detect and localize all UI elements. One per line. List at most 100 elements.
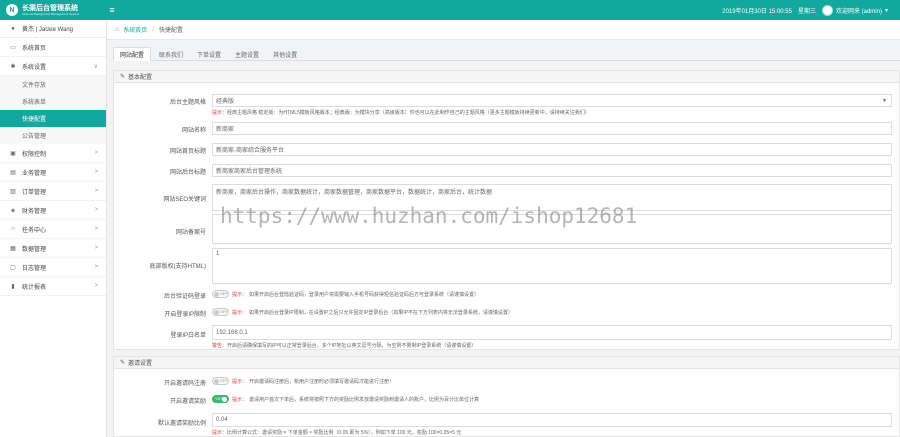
theme-select[interactable]: 经典版 ▼	[212, 94, 892, 107]
toggle-state: OFF	[220, 291, 228, 296]
hint-prefix: 提示：	[212, 110, 228, 116]
site-name-input[interactable]: 新商家	[212, 122, 892, 135]
sidebar-item-label: 日志管理	[22, 265, 47, 272]
reward-rate-hint: 提示：比例计算公式：邀请奖励 = 下单金额 × 奖励比例（0.05 即为 5%）…	[212, 429, 461, 436]
sidebar-item-label: 公告管理	[22, 134, 47, 140]
invite-code-toggle[interactable]: OFF	[212, 377, 229, 385]
tab-bar: 网站配置 联系我们 下单设置 主题设置 其他设置	[113, 47, 900, 61]
sidebar-item-label: 权限控制	[22, 151, 47, 158]
sidebar-sub-files[interactable]: 文件存放	[0, 76, 106, 93]
copyright-label: 底部版权(支持HTML)	[149, 264, 206, 270]
chevron-down-icon[interactable]: ▾	[885, 7, 888, 14]
sidebar-item-data[interactable]: ▦ 数据管理 >	[0, 239, 106, 258]
theme-value: 经典版	[216, 99, 235, 105]
sidebar-item-label: 系统首页	[22, 45, 47, 52]
hint-prefix: 提示：	[232, 291, 248, 298]
panel-title: 基本配置	[128, 75, 153, 81]
sidebar-item-permission[interactable]: ▣ 权限控制 >	[0, 144, 106, 163]
sidebar-item-label: 系统设置	[22, 64, 47, 71]
reward-rate-input[interactable]: 0.04	[212, 413, 892, 427]
invite-reward-toggle[interactable]: YES	[212, 395, 229, 403]
edit-icon: ✎	[120, 360, 126, 366]
icp-textarea[interactable]	[212, 214, 892, 244]
sidebar-item-settings[interactable]: ✱ 系统设置 ∨	[0, 57, 106, 76]
doc-icon: ▢	[10, 264, 16, 271]
datetime: 2019年01月30日 15:00:55	[722, 8, 792, 15]
sidebar-item-orders[interactable]: ▥ 订单管理 >	[0, 182, 106, 201]
sidebar-sub-forms[interactable]: 系统表单	[0, 93, 106, 110]
hint-prefix: 提示：	[232, 378, 248, 385]
app-title: 长渠后台管理系统	[22, 4, 78, 12]
sidebar-item-logs[interactable]: ▢ 日志管理 >	[0, 258, 106, 277]
avatar[interactable]	[821, 4, 833, 16]
invite-code-row: OFF 提示： 开启邀请码注册后，新用户注册时必须填写邀请码才能进行注册！	[212, 377, 394, 385]
toggle-state: OFF	[220, 309, 228, 314]
app-logo[interactable]: N 长渠后台管理系统 Channel Background Management…	[0, 0, 105, 20]
site-title-label: 网站首页标题	[169, 149, 206, 155]
edit-icon: ✎	[120, 74, 126, 80]
logo-mark: N	[6, 4, 18, 16]
chevron-right-icon: >	[94, 188, 98, 194]
tab-contact[interactable]: 联系我们	[153, 47, 189, 61]
basic-config-panel: ✎ 基本配置 后台主题风格 经典版 ▼ 提示：经典主题风格 稳定版：为HTML5…	[113, 70, 900, 350]
theme-hint: 提示：经典主题风格 稳定版：为HTML5模板风格版本；经典版：为模块分享（高级版…	[212, 109, 590, 116]
circle-icon: ○	[11, 226, 15, 232]
tab-order-settings[interactable]: 下单设置	[191, 47, 227, 61]
breadcrumb-home[interactable]: 系统首页	[123, 25, 147, 34]
hint-prefix: 提示：	[212, 430, 228, 436]
panel-title: 邀请设置	[128, 361, 153, 367]
sidebar-item-label: 统计报表	[22, 284, 47, 291]
sidebar-item-business[interactable]: ▤ 业务管理 >	[0, 163, 106, 182]
chevron-right-icon: >	[94, 264, 98, 270]
hint-text: 经典主题风格 稳定版：为HTML5模板风格版本；经典版：为模块分享（高级版本）你…	[227, 110, 590, 116]
sidebar-item-label: 数据管理	[22, 246, 47, 253]
toggle-state: YES	[215, 396, 224, 401]
sidebar-sub-quick-config[interactable]: 快捷配置	[0, 110, 106, 127]
seo-label: 网站SEO关键词	[163, 197, 206, 203]
tab-theme[interactable]: 主题设置	[229, 47, 265, 61]
hint-text: 开启邀请码注册后，新用户注册时必须填写邀请码才能进行注册！	[249, 378, 395, 385]
sidebar-sub-notice[interactable]: 公告管理	[0, 127, 106, 144]
invite-reward-label: 开启邀请奖励	[169, 399, 206, 405]
invite-reward-row: YES 提示： 邀请用户首次下单后，系统将按照下方的奖励比例发放邀请奖励到邀请人的…	[212, 395, 479, 403]
sidebar-item-label: 文件存放	[22, 83, 47, 89]
toggle-state: OFF	[220, 378, 228, 383]
cart-icon: ▥	[10, 188, 16, 195]
wallet-icon: ◈	[10, 207, 16, 214]
hint-text: 开启后请确保填写的IP可以正常登录后台，多个IP地址以英文逗号分隔，为空则不限制…	[227, 343, 477, 349]
gear-icon: ✱	[10, 63, 16, 70]
copyright-textarea[interactable]: 1	[212, 248, 892, 284]
sidebar-item-home[interactable]: ▭ 系统首页	[0, 38, 106, 57]
chevron-right-icon: >	[94, 226, 98, 232]
captcha-login-toggle[interactable]: OFF	[212, 290, 229, 298]
chevron-right-icon: >	[94, 150, 98, 156]
tab-site-config[interactable]: 网站配置	[113, 47, 152, 61]
admin-title-label: 网站后台标题	[169, 170, 206, 176]
invite-config-panel: ✎ 邀请设置 开启邀请码注册 OFF 提示： 开启邀请码注册后，新用户注册时必须填…	[113, 356, 900, 437]
hint-text: 比例计算公式：邀请奖励 = 下单金额 × 奖励比例（0.05 即为 5%），例如…	[227, 430, 462, 436]
welcome-user[interactable]: 欢迎网来 (admin)	[836, 6, 882, 15]
chevron-down-icon: ▼	[882, 97, 887, 104]
chart-icon: ▦	[10, 245, 16, 252]
sidebar-user[interactable]: ● 黄杰 | Jackie Wang	[0, 20, 106, 38]
admin-title-input[interactable]: 新商家商家后台管理系统	[212, 164, 892, 177]
sidebar-item-finance[interactable]: ◈ 财务管理 >	[0, 201, 106, 220]
sidebar-item-label: 系统表单	[22, 100, 47, 106]
sidebar-item-reports[interactable]: ▮ 统计报表 >	[0, 277, 106, 296]
briefcase-icon: ▤	[10, 169, 16, 176]
ip-whitelist-input[interactable]: 192.168.0.1	[212, 325, 892, 340]
sidebar: ● 黄杰 | Jackie Wang ▭ 系统首页 ✱ 系统设置 ∨ 文件存放 …	[0, 20, 107, 437]
sidebar-item-tasks[interactable]: ○ 任务中心 >	[0, 220, 106, 239]
hamburger-icon[interactable]: ≡	[105, 0, 119, 20]
site-title-input[interactable]: 新商家-商家综合服务平台	[212, 143, 892, 156]
panel-header: ✎ 邀请设置	[114, 357, 899, 369]
hint-text: 邀请用户首次下单后，系统将按照下方的奖励比例发放邀请奖励到邀请人的账户，比例为百…	[249, 396, 480, 403]
sidebar-item-label: 财务管理	[22, 208, 47, 215]
ip-limit-toggle[interactable]: OFF	[212, 308, 229, 316]
seo-textarea[interactable]: 新商家，商家后台操作，商家数据统计，商家数据管理，商家数据平台，数据统计，商家后…	[212, 184, 892, 211]
captcha-login-row: OFF 提示： 如果开启后台登陆验证码，登录用户将需要输入手机号码获得短信验证码后…	[212, 290, 479, 298]
tab-other[interactable]: 其他设置	[267, 47, 303, 61]
bar-icon: ▮	[11, 283, 15, 290]
hint-prefix: 提示：	[232, 396, 248, 403]
home-icon[interactable]: ⌂	[115, 26, 119, 33]
